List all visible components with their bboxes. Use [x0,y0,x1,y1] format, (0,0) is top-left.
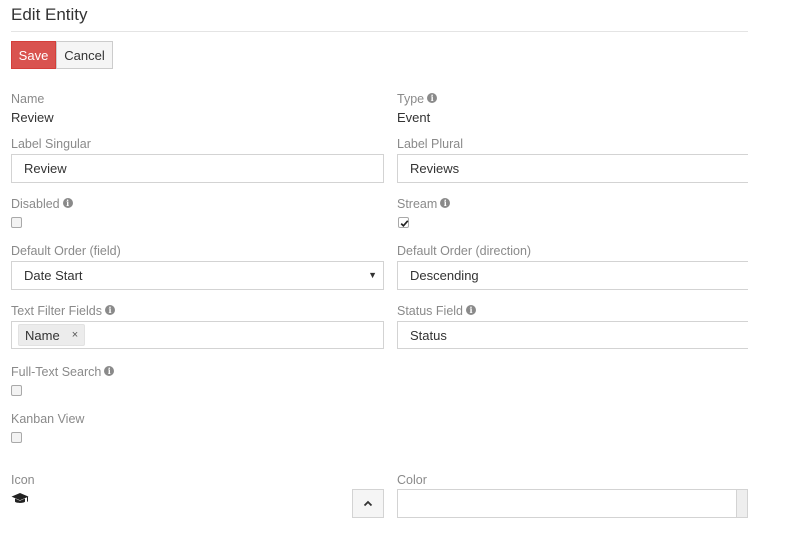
caret-down-icon: ▼ [368,270,377,280]
info-icon: i [427,92,438,103]
disabled-label-row: Disabled i [11,197,73,211]
color-input[interactable] [397,489,748,518]
color-label: Color [397,473,427,487]
stream-label-row: Stream i [397,197,451,211]
disabled-checkbox[interactable] [11,217,22,228]
text-filter-fields-input[interactable]: Name × [11,321,384,349]
save-button[interactable]: Save [11,41,56,69]
status-field-label: Status Field [397,304,464,318]
full-text-search-checkbox[interactable] [11,385,22,396]
default-order-field-label: Default Order (field) [11,244,121,258]
full-text-search-label: Full-Text Search [11,365,102,379]
info-icon: i [466,304,477,315]
filter-field-chip: Name × [18,324,86,346]
default-order-direction-label: Default Order (direction) [397,244,532,258]
default-order-direction-select[interactable]: Descending [397,261,748,290]
info-icon: i [105,304,115,315]
remove-chip-icon[interactable]: × [72,329,78,341]
label-singular-value: Review [24,161,67,176]
text-filter-fields-label: Text Filter Fields [11,304,102,318]
status-field-select[interactable]: Status [397,321,748,349]
stream-checkbox[interactable] [398,217,409,228]
label-plural-input[interactable]: Reviews [397,154,748,183]
icon-label: Icon [11,473,35,487]
cancel-button[interactable]: Cancel [56,41,113,69]
label-plural-label: Label Plural [397,137,464,151]
label-singular-input[interactable]: Review [11,154,384,183]
checkmark-icon [400,220,409,228]
page-title: Edit Entity [11,5,88,24]
name-value: Review [11,110,54,125]
full-text-search-label-row: Full-Text Search i [11,365,115,379]
text-filter-fields-label-row: Text Filter Fields i [11,304,115,318]
kanban-view-checkbox[interactable] [11,432,22,443]
default-order-field-value: Date Start [24,268,83,283]
default-order-field-select[interactable]: Date Start ▼ [11,261,384,290]
chip-label: Name [25,327,60,343]
type-label-row: Type i [397,92,438,106]
disabled-label: Disabled [11,197,60,211]
graduation-cap-icon [11,492,29,508]
kanban-view-label: Kanban View [11,412,85,426]
title-divider [11,31,748,32]
info-icon: i [62,197,73,208]
default-order-direction-value: Descending [410,268,479,283]
status-field-label-row: Status Field i [397,304,477,318]
info-icon: i [440,197,451,208]
label-plural-value: Reviews [410,161,460,176]
icon-picker-button[interactable] [352,489,384,518]
color-swatch[interactable] [736,490,747,517]
chevron-up-icon [363,500,373,507]
type-value: Event [397,110,431,125]
status-field-value: Status [410,327,447,343]
label-singular-label: Label Singular [11,137,91,151]
name-label: Name [11,92,45,106]
info-icon: i [104,365,115,376]
type-label: Type [397,92,425,106]
stream-label: Stream [397,197,438,211]
